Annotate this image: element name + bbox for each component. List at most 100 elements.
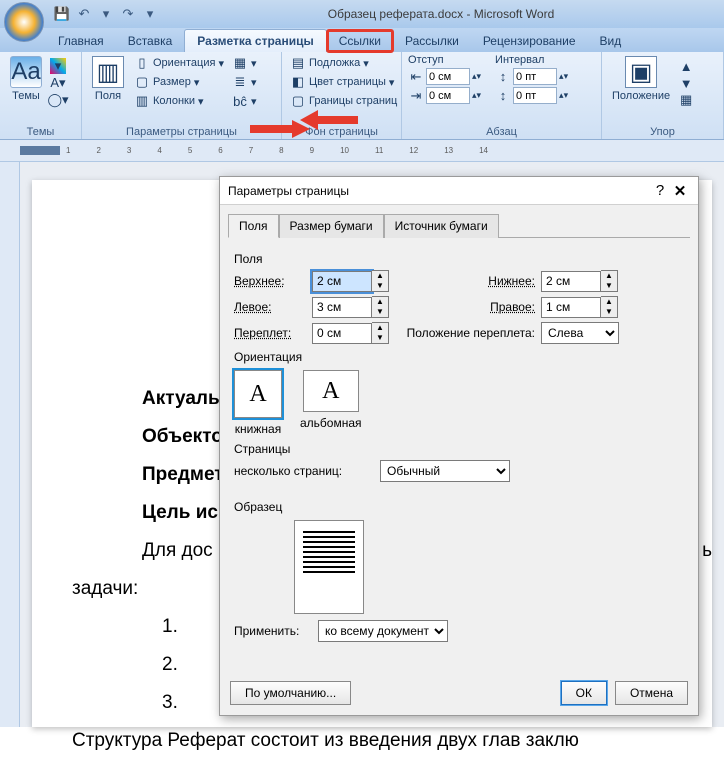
preview-icon: [294, 520, 364, 614]
right-margin-input[interactable]: [541, 297, 601, 318]
page-borders-button[interactable]: ▢Границы страниц: [288, 92, 399, 110]
theme-fonts-icon[interactable]: A▾: [50, 75, 66, 91]
space-after-input[interactable]: [513, 87, 557, 104]
save-icon[interactable]: 💾: [54, 6, 70, 22]
theme-effects-icon[interactable]: ◯▾: [50, 92, 66, 108]
bring-front-icon[interactable]: ▲: [678, 58, 694, 74]
top-margin-field[interactable]: ▲▼: [312, 270, 389, 292]
space-before-input[interactable]: [513, 68, 557, 85]
columns-icon: ▥: [134, 93, 150, 109]
page-borders-icon: ▢: [290, 93, 306, 109]
bottom-margin-field[interactable]: ▲▼: [541, 270, 618, 292]
cancel-button[interactable]: Отмена: [615, 681, 688, 705]
redo-icon[interactable]: ↷: [120, 6, 136, 22]
tab-home[interactable]: Главная: [46, 30, 116, 52]
dialog-tab-source[interactable]: Источник бумаги: [384, 214, 499, 238]
breaks-icon: ▦: [232, 55, 248, 71]
space-after-icon: ↕: [495, 88, 511, 104]
right-margin-label: Правое:: [395, 300, 535, 314]
top-margin-label: Верхнее:: [234, 274, 306, 288]
margins-label: Поля: [95, 90, 121, 102]
qat-more-icon[interactable]: ▾: [142, 6, 158, 22]
office-button[interactable]: [4, 2, 44, 42]
hyphenation-button[interactable]: bĉ▾: [230, 92, 259, 110]
orientation-portrait[interactable]: A книжная: [234, 370, 282, 436]
help-icon[interactable]: ?: [650, 182, 670, 199]
size-button[interactable]: ▢Размер ▾: [132, 73, 226, 91]
page-color-button[interactable]: ◧Цвет страницы ▾: [288, 73, 399, 91]
themes-icon: Aa: [10, 56, 42, 88]
orientation-button[interactable]: ▯Ориентация ▾: [132, 54, 226, 72]
horizontal-ruler[interactable]: . 1234567891011121314: [0, 140, 724, 162]
orientation-landscape[interactable]: A альбомная: [300, 370, 362, 436]
spinner-icon[interactable]: ▲▼: [601, 296, 618, 318]
position-icon: ▣: [625, 56, 657, 88]
dialog-title: Параметры страницы: [228, 184, 650, 198]
section-orientation-label: Ориентация: [234, 350, 684, 364]
window-title: Образец реферата.docx - Microsoft Word: [158, 7, 724, 21]
themes-button[interactable]: Aa Темы: [6, 54, 46, 104]
watermark-icon: ▤: [290, 55, 306, 71]
multi-pages-select[interactable]: Обычный: [380, 460, 510, 482]
size-icon: ▢: [134, 74, 150, 90]
close-icon[interactable]: ✕: [670, 182, 690, 200]
group-label-background: Фон страницы: [288, 125, 395, 139]
line-numbers-button[interactable]: ≣▾: [230, 73, 259, 91]
position-button[interactable]: ▣ Положение: [608, 54, 674, 104]
portrait-icon: A: [234, 370, 282, 418]
right-margin-field[interactable]: ▲▼: [541, 296, 618, 318]
tab-mailings[interactable]: Рассылки: [393, 30, 471, 52]
defaults-button[interactable]: По умолчанию...: [230, 681, 351, 705]
indent-right-input[interactable]: [426, 87, 470, 104]
gutter-field[interactable]: ▲▼: [312, 322, 389, 344]
tab-review[interactable]: Рецензирование: [471, 30, 588, 52]
spin-icon[interactable]: ▴▾: [559, 71, 568, 82]
spinner-icon[interactable]: ▲▼: [372, 322, 389, 344]
ok-button[interactable]: ОК: [561, 681, 607, 705]
left-margin-input[interactable]: [312, 297, 372, 318]
undo-icon[interactable]: ↶: [76, 6, 92, 22]
theme-colors-icon[interactable]: ▾: [50, 58, 66, 74]
spinner-icon[interactable]: ▲▼: [372, 270, 389, 292]
section-pages-label: Страницы: [234, 442, 684, 456]
spin-icon[interactable]: ▴▾: [559, 90, 568, 101]
gutter-input[interactable]: [312, 323, 372, 344]
group-label-page-setup: Параметры страницы: [88, 125, 275, 139]
watermark-button[interactable]: ▤Подложка ▾: [288, 54, 399, 72]
spacing-label: Интервал: [495, 54, 568, 66]
group-themes: Aa Темы ▾ A▾ ◯▾ Темы: [0, 52, 82, 139]
dialog-titlebar[interactable]: Параметры страницы ? ✕: [220, 177, 698, 205]
tab-insert[interactable]: Вставка: [116, 30, 185, 52]
gutter-label: Переплет:: [234, 326, 306, 340]
dialog-tab-paper[interactable]: Размер бумаги: [279, 214, 384, 238]
wrap-text-icon[interactable]: ▦: [678, 92, 694, 108]
page-color-icon: ◧: [290, 74, 306, 90]
group-label-arrange: Упор: [608, 125, 717, 139]
top-margin-input[interactable]: [312, 271, 372, 292]
dialog-tab-fields[interactable]: Поля: [228, 214, 279, 238]
group-label-themes: Темы: [6, 125, 75, 139]
tab-view[interactable]: Вид: [588, 30, 634, 52]
tab-references[interactable]: Ссылки: [327, 30, 393, 52]
spin-icon[interactable]: ▴▾: [472, 90, 481, 101]
spin-icon[interactable]: ▴▾: [472, 71, 481, 82]
breaks-button[interactable]: ▦▾: [230, 54, 259, 72]
dropdown-icon[interactable]: ▾: [98, 6, 114, 22]
dialog-footer: По умолчанию... ОК Отмена: [220, 675, 698, 715]
columns-button[interactable]: ▥Колонки ▾: [132, 92, 226, 110]
gutter-position-label: Положение переплета:: [395, 326, 535, 340]
tab-page-layout[interactable]: Разметка страницы: [184, 29, 326, 52]
left-margin-field[interactable]: ▲▼: [312, 296, 389, 318]
indent-left-input[interactable]: [426, 68, 470, 85]
bottom-margin-input[interactable]: [541, 271, 601, 292]
spinner-icon[interactable]: ▲▼: [601, 270, 618, 292]
margins-icon: ▥: [92, 56, 124, 88]
gutter-position-select[interactable]: Слева: [541, 322, 619, 344]
apply-to-label: Применить:: [234, 624, 312, 638]
spinner-icon[interactable]: ▲▼: [372, 296, 389, 318]
space-before-icon: ↕: [495, 69, 511, 85]
send-back-icon[interactable]: ▼: [678, 75, 694, 91]
margins-button[interactable]: ▥ Поля: [88, 54, 128, 104]
vertical-ruler[interactable]: [0, 162, 20, 727]
apply-to-select[interactable]: ко всему документу: [318, 620, 448, 642]
